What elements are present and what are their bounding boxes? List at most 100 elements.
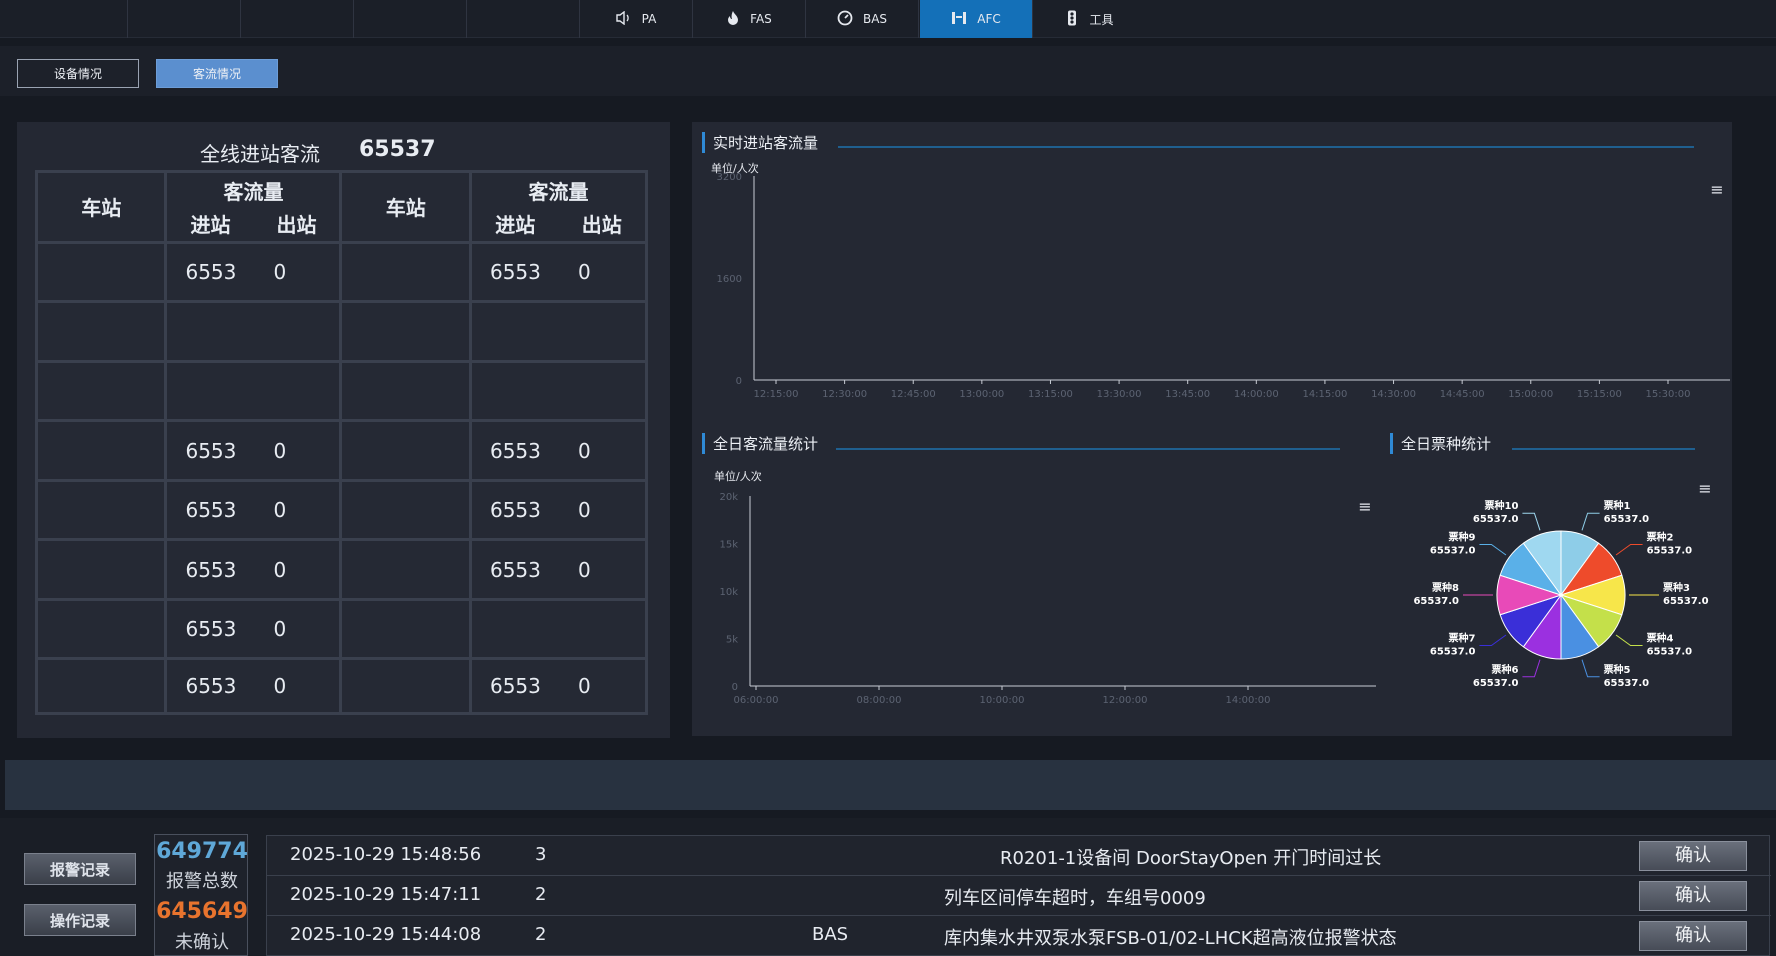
nav-slot-3[interactable] <box>241 0 354 38</box>
gate-icon <box>951 11 967 28</box>
exit-count: 0 <box>273 259 287 284</box>
x-tick-label: 08:00:00 <box>857 695 902 706</box>
pie-label-line <box>1581 659 1600 678</box>
station-cell <box>339 597 472 661</box>
nav-slot-4[interactable] <box>354 0 467 38</box>
info-strip <box>5 760 1776 810</box>
title-underline <box>838 146 1694 148</box>
ticket-type-chart-title: 全日票种统计 <box>1390 433 1491 454</box>
nav-slot-1[interactable] <box>0 0 128 38</box>
nav-slot-2[interactable] <box>128 0 241 38</box>
alarm-row[interactable]: 2025-10-29 15:48:56 3 R0201-1设备间 DoorSta… <box>267 836 1771 876</box>
station-cell <box>339 300 472 363</box>
total-entry-value: 65537 <box>359 137 436 162</box>
flow-cell <box>164 359 343 423</box>
tab-equipment-status[interactable]: 设备情况 <box>17 59 139 88</box>
x-tick-label: 15:00:00 <box>1508 389 1553 400</box>
flow-cell: 6553 0 <box>468 657 649 715</box>
realtime-chart: 3200 1600 0 12:15:00 12:30:00 12:45:00 13:00:0… <box>717 172 1730 400</box>
nav-item-bas[interactable]: BAS <box>806 0 919 38</box>
pie-slice-value: 65537.0 <box>1430 647 1476 658</box>
station-cell <box>339 359 472 423</box>
pie-slice-value: 65537.0 <box>1604 514 1650 525</box>
x-tick-label: 15:15:00 <box>1577 389 1622 400</box>
confirm-button[interactable]: 确认 <box>1639 841 1747 871</box>
daily-flow-chart: 20k 15k 10k 5k 0 06:00:00 08:00:00 10:00:00 12:0… <box>719 492 1376 706</box>
entry-count: 6553 <box>185 438 237 463</box>
pie-slice-label: 票种2 <box>1647 530 1674 543</box>
alarm-time: 2025-10-29 15:47:11 <box>290 884 482 905</box>
flow-cell <box>468 597 649 661</box>
x-tick-label: 13:15:00 <box>1028 389 1073 400</box>
alarm-list: 2025-10-29 15:48:56 3 R0201-1设备间 DoorSta… <box>266 835 1771 956</box>
exit-count: 0 <box>577 498 591 523</box>
table-row: 6553 0 6553 0 <box>34 538 649 601</box>
x-tick-label: 12:15:00 <box>754 389 799 400</box>
flow-cell <box>164 300 343 363</box>
flow-cell: 6553 0 <box>468 240 649 304</box>
flow-cell: 6553 0 <box>164 657 343 715</box>
table-row: 6553 0 6553 0 <box>34 419 649 482</box>
flow-cell: 6553 0 <box>468 478 649 542</box>
alarm-time: 2025-10-29 15:48:56 <box>290 844 482 865</box>
station-cell <box>339 240 472 304</box>
entry-count: 6553 <box>489 438 541 463</box>
alarm-row[interactable]: 2025-10-29 15:47:11 2 列车区间停车超时，车组号0009 确… <box>267 876 1771 916</box>
nav-item-pa[interactable]: PA <box>580 0 693 38</box>
exit-count: 0 <box>273 498 287 523</box>
entry-count: 6553 <box>185 617 237 642</box>
col-station-left: 车站 <box>34 170 168 244</box>
out-header-label: 出站 <box>581 212 622 237</box>
ticket-type-pie-chart: 票种1 65537.0 票种2 65537.0 票种3 65537.0 票种4 65537.0… <box>1413 499 1708 689</box>
pie-label-line <box>1479 543 1507 556</box>
nav-item-tools[interactable]: 工具 <box>1033 0 1146 38</box>
nav-item-afc[interactable]: AFC <box>920 0 1033 38</box>
alarm-level: 3 <box>535 844 547 865</box>
confirm-button[interactable]: 确认 <box>1639 881 1747 911</box>
alarm-message: R0201-1设备间 DoorStayOpen 开门时间过长 <box>1000 848 1382 869</box>
station-cell <box>34 538 168 601</box>
alarm-time: 2025-10-29 15:44:08 <box>290 924 482 945</box>
alarm-total-count: 649774 <box>156 839 248 864</box>
exit-count: 0 <box>273 438 287 463</box>
pie-slice-value: 65537.0 <box>1430 545 1476 556</box>
alarm-level: 2 <box>535 924 547 945</box>
flow-cell: 6553 0 <box>164 478 343 542</box>
y-tick-label: 0 <box>736 376 742 387</box>
operation-log-button[interactable]: 操作记录 <box>24 904 136 936</box>
top-nav: PA FAS BAS AFC 工具 <box>0 0 1776 38</box>
x-tick-label: 13:30:00 <box>1097 389 1142 400</box>
x-tick-label: 13:45:00 <box>1165 389 1210 400</box>
station-cell <box>339 657 472 715</box>
col-station-right: 车站 <box>339 170 472 244</box>
nav-label-fas: FAS <box>750 12 772 26</box>
station-cell <box>339 478 472 542</box>
tab-passenger-flow[interactable]: 客流情况 <box>156 59 278 88</box>
nav-slot-5[interactable] <box>467 0 580 38</box>
pie-slice-value: 65537.0 <box>1647 545 1693 556</box>
confirm-button[interactable]: 确认 <box>1639 921 1747 951</box>
flow-cell: 6553 0 <box>164 419 343 482</box>
speaker-icon <box>615 10 632 28</box>
nav-item-fas[interactable]: FAS <box>693 0 806 38</box>
x-tick-label: 06:00:00 <box>734 695 779 706</box>
alarm-row[interactable]: 2025-10-29 15:44:08 2 BAS 库内集水井双泵水泵FSB-0… <box>267 916 1771 956</box>
table-row: 6553 0 6553 0 <box>34 657 649 715</box>
entry-count: 6553 <box>489 674 541 699</box>
flow-header-label: 客流量 <box>223 179 284 204</box>
entry-count: 6553 <box>185 259 237 284</box>
pie-label-line <box>1581 512 1600 531</box>
flow-cell: 6553 0 <box>164 538 343 601</box>
col-flow-left: 客流量 进站 出站 <box>164 170 343 244</box>
station-cell <box>34 419 168 482</box>
flow-cell <box>468 300 649 363</box>
alarm-message: 列车区间停车超时，车组号0009 <box>944 888 1206 909</box>
alarm-log-button[interactable]: 报警记录 <box>24 853 136 885</box>
exit-count: 0 <box>577 438 591 463</box>
entry-count: 6553 <box>185 674 237 699</box>
pie-slice-label: 票种8 <box>1432 581 1459 594</box>
flow-cell: 6553 0 <box>164 240 343 304</box>
pie-slice-value: 65537.0 <box>1647 647 1693 658</box>
table-row <box>34 300 649 363</box>
flow-cell <box>468 359 649 423</box>
